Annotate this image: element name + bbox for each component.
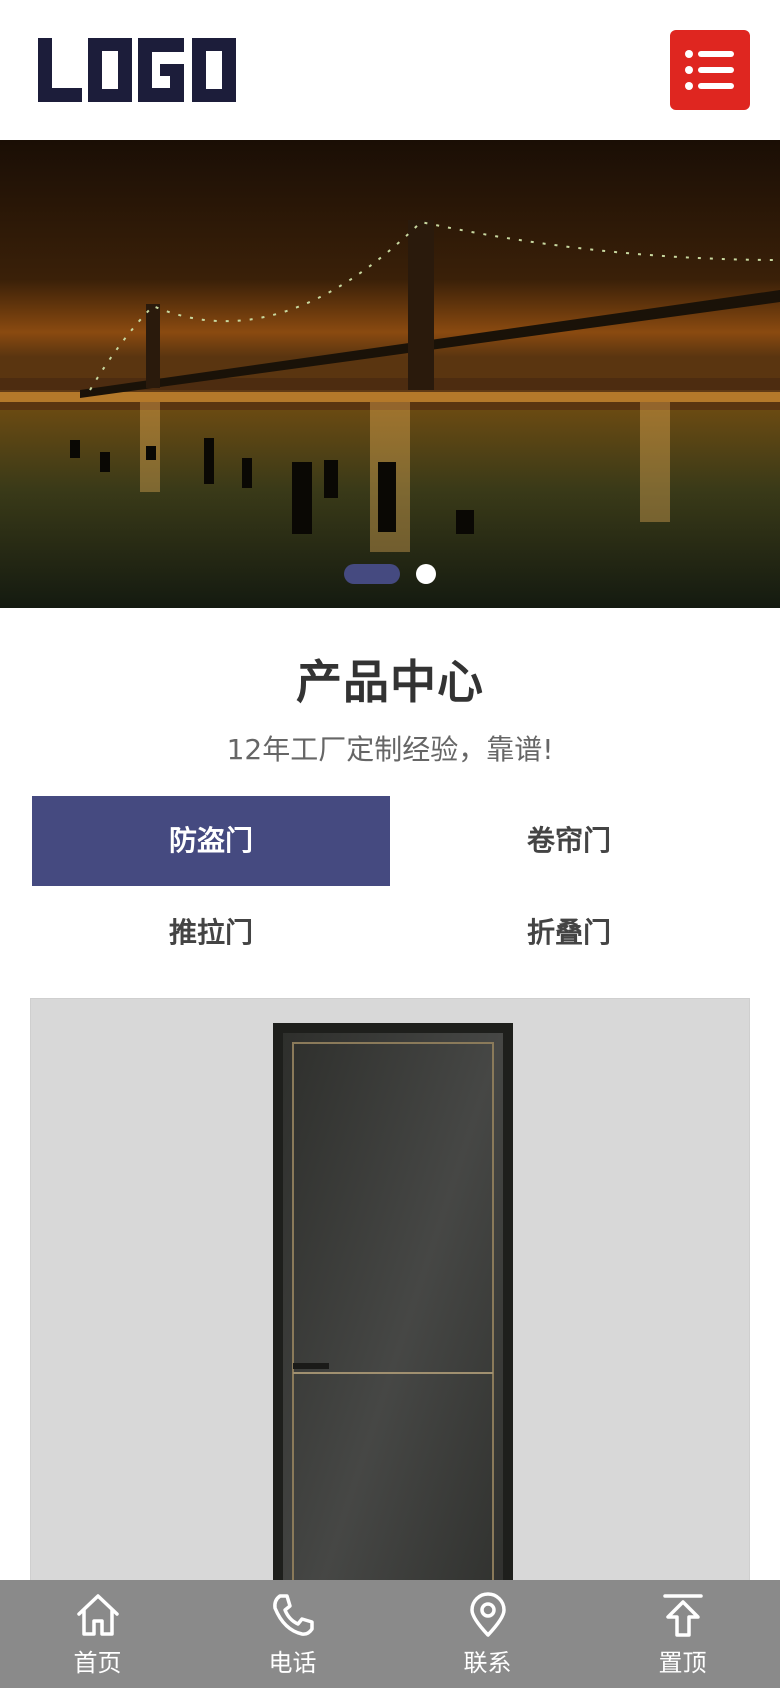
nav-phone-label: 电话 xyxy=(268,1649,317,1677)
tab-folding-door[interactable]: 折叠门 xyxy=(390,888,748,978)
location-pin-icon xyxy=(470,1592,506,1637)
nav-contact-label: 联系 xyxy=(463,1649,512,1677)
phone-icon xyxy=(273,1594,314,1636)
nav-back-to-top-label: 置顶 xyxy=(658,1649,707,1677)
nav-home[interactable]: 首页 xyxy=(0,1580,195,1688)
section-title: 产品中心 xyxy=(296,655,484,709)
section-subtitle: 12年工厂定制经验，靠谱! xyxy=(226,733,554,766)
banner-image xyxy=(0,140,780,608)
menu-button[interactable] xyxy=(670,30,750,110)
site-header xyxy=(0,0,780,140)
tab-anti-theft-door[interactable]: 防盗门 xyxy=(32,796,390,886)
carousel-dot[interactable] xyxy=(416,564,436,584)
home-icon xyxy=(77,1594,119,1636)
nav-phone[interactable]: 电话 xyxy=(195,1580,390,1688)
tab-sliding-door[interactable]: 推拉门 xyxy=(32,888,390,978)
carousel-dot-active[interactable] xyxy=(344,564,400,584)
arrow-up-icon xyxy=(663,1594,703,1637)
hero-banner[interactable] xyxy=(0,140,780,608)
nav-home-label: 首页 xyxy=(73,1649,122,1677)
logo[interactable] xyxy=(38,38,246,102)
list-menu-icon xyxy=(685,50,734,90)
nav-contact[interactable]: 联系 xyxy=(390,1580,585,1688)
nav-back-to-top[interactable]: 置顶 xyxy=(585,1580,780,1688)
tab-rolling-door[interactable]: 卷帘门 xyxy=(390,796,748,886)
bottom-nav: 首页 电话 联系 置顶 xyxy=(0,1580,780,1688)
